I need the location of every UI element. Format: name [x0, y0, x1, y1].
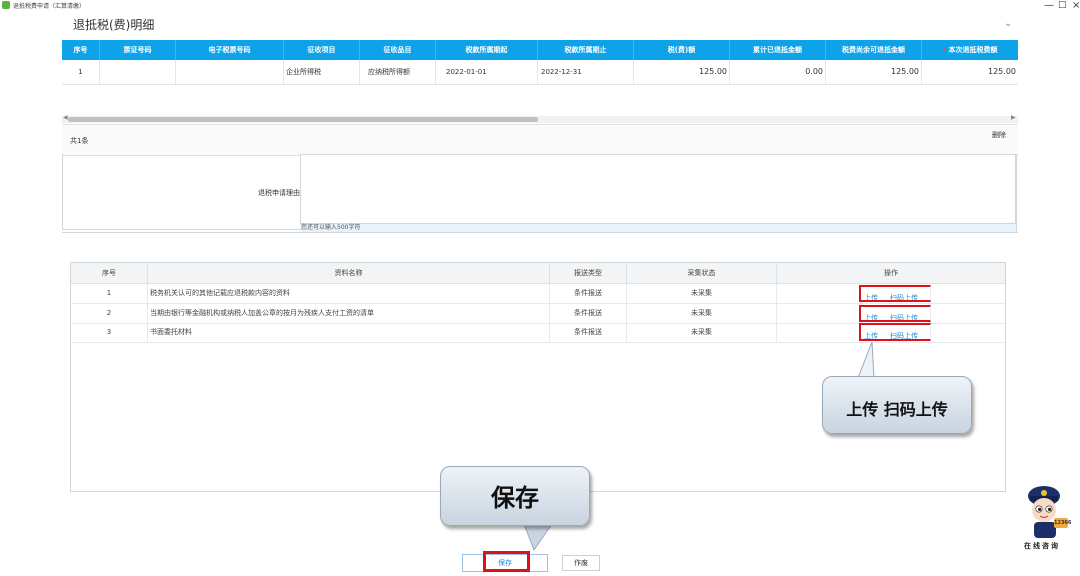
col-header-seq: 序号: [62, 40, 100, 60]
cell-this-refund[interactable]: 125.00: [922, 60, 1018, 84]
divider: [62, 232, 1018, 233]
col-header-refunded: 累计已退抵金额: [730, 40, 826, 60]
mat-cell-ops: 上传 扫码上传: [777, 304, 1005, 323]
col-header-tax-amount: 税(费)额: [634, 40, 730, 60]
mat-cell-name: 当期由银行等金融机构或纳税人加盖公章的按月为残疾人支付工资的清单: [148, 304, 550, 323]
reason-char-hint: 您还可以输入500字符: [300, 224, 1016, 232]
cell-period-start: 2022-01-01: [436, 60, 538, 84]
mat-cell-seq: 3: [71, 323, 148, 342]
cell-e-tax: [176, 60, 284, 84]
scroll-left-icon[interactable]: ◀: [63, 114, 68, 121]
ops-highlight: 上传 扫码上传: [859, 285, 931, 302]
scan-upload-link[interactable]: 扫码上传: [890, 289, 918, 300]
materials-table-header: 序号 资料名称 报送类型 采集状态 操作: [71, 263, 1005, 284]
mascot-badge: 12366: [1054, 520, 1072, 526]
mat-cell-type: 条件报送: [550, 284, 627, 303]
upload-link[interactable]: 上传: [864, 309, 878, 320]
callout-pointer: [523, 523, 553, 552]
ops-highlight: 上传 扫码上传: [859, 323, 931, 341]
mat-cell-seq: 2: [71, 304, 148, 323]
col-header-this-refund: * 本次退抵税费额: [922, 40, 1018, 60]
col-header-remaining: 税费尚余可退抵金额: [826, 40, 922, 60]
col-header-e-tax: 电子税票号码: [176, 40, 284, 60]
upload-callout-text: 上传 扫码上传: [846, 400, 948, 419]
col-header-item: 征收项目: [284, 40, 360, 60]
window-title: 退抵税费申请（汇算清缴）: [13, 3, 86, 10]
required-marker: *: [942, 46, 947, 54]
save-highlight: [483, 551, 530, 572]
ops-highlight: 上传 扫码上传: [859, 305, 931, 322]
col-header-this-refund-label: 本次退抵税费额: [948, 46, 998, 54]
online-consult-label[interactable]: 在线咨询: [1024, 541, 1060, 551]
mat-cell-name: 书面委托材料: [148, 323, 550, 342]
cell-remaining: 125.00: [826, 60, 922, 84]
callout-pointer: [857, 341, 875, 379]
mat-col-header-status: 采集状态: [627, 263, 777, 283]
window-title-bar: [0, 0, 1080, 12]
table-footer: [62, 124, 1018, 156]
mat-col-header-name: 资料名称: [148, 263, 550, 283]
mat-cell-ops: 上传 扫码上传: [777, 284, 1005, 303]
cell-refunded: 0.00: [730, 60, 826, 84]
reason-label: 退税申请理由: [258, 189, 300, 197]
cell-seq: 1: [62, 60, 100, 84]
section-title: 退抵税(费)明细: [73, 18, 155, 32]
mat-col-header-seq: 序号: [71, 263, 148, 283]
mascot-icon[interactable]: [1016, 482, 1076, 542]
table-row[interactable]: 1 企业所得税 应纳税所得额 2022-01-01 2022-12-31 125…: [62, 60, 1018, 85]
cell-sub-item: 应纳税所得额: [360, 60, 436, 84]
mat-cell-status: 未采集: [627, 323, 777, 342]
cell-voucher: [100, 60, 176, 84]
mat-col-header-ops: 操作: [884, 269, 898, 277]
detail-table-header: 序号 票证号码 电子税票号码 征收项目 征收品目 税款所属期起 税款所属期止 税…: [62, 40, 1018, 60]
reason-textarea[interactable]: [300, 154, 1016, 224]
col-header-period-end: 税款所属期止: [538, 40, 634, 60]
mat-cell-status: 未采集: [627, 304, 777, 323]
mat-cell-status: 未采集: [627, 284, 777, 303]
mat-cell-ops: 上传 扫码上传: [777, 323, 1005, 342]
void-button[interactable]: 作废: [562, 555, 600, 571]
cell-item: 企业所得税: [284, 60, 360, 84]
app-icon: [2, 1, 10, 9]
scroll-right-icon[interactable]: ▶: [1011, 114, 1016, 121]
upload-link[interactable]: 上传: [864, 327, 878, 339]
record-count: 共1条: [70, 137, 89, 145]
col-header-sub-item: 征收品目: [360, 40, 436, 60]
mat-cell-type: 条件报送: [550, 304, 627, 323]
cell-period-end: 2022-12-31: [538, 60, 634, 84]
chevron-down-icon[interactable]: ⌄: [1004, 18, 1012, 29]
minimize-button[interactable]: —: [1044, 0, 1054, 11]
cell-tax-amount: 125.00: [634, 60, 730, 84]
mat-col-header-type: 报送类型: [550, 263, 627, 283]
scan-upload-link[interactable]: 扫码上传: [890, 309, 918, 320]
mat-cell-type: 条件报送: [550, 323, 627, 342]
mat-cell-seq: 1: [71, 284, 148, 303]
col-header-period-start: 税款所属期起: [436, 40, 538, 60]
col-header-voucher: 票证号码: [100, 40, 176, 60]
list-item: 1 税务机关认可的其他记载应退税款内容的资料 条件报送 未采集 上传 扫码上传: [71, 284, 1005, 304]
upload-link[interactable]: 上传: [864, 289, 878, 300]
divider: [1016, 154, 1017, 232]
list-item: 2 当期由银行等金融机构或纳税人加盖公章的按月为残疾人支付工资的清单 条件报送 …: [71, 304, 1005, 324]
maximize-button[interactable]: □: [1058, 0, 1067, 10]
scrollbar-thumb[interactable]: [68, 117, 538, 122]
save-callout-text: 保存: [491, 484, 539, 512]
mat-cell-name: 税务机关认可的其他记载应退税款内容的资料: [148, 284, 550, 303]
delete-button[interactable]: 删除: [992, 130, 1006, 140]
scan-upload-link[interactable]: 扫码上传: [890, 327, 918, 339]
close-button[interactable]: ×: [1072, 0, 1080, 11]
